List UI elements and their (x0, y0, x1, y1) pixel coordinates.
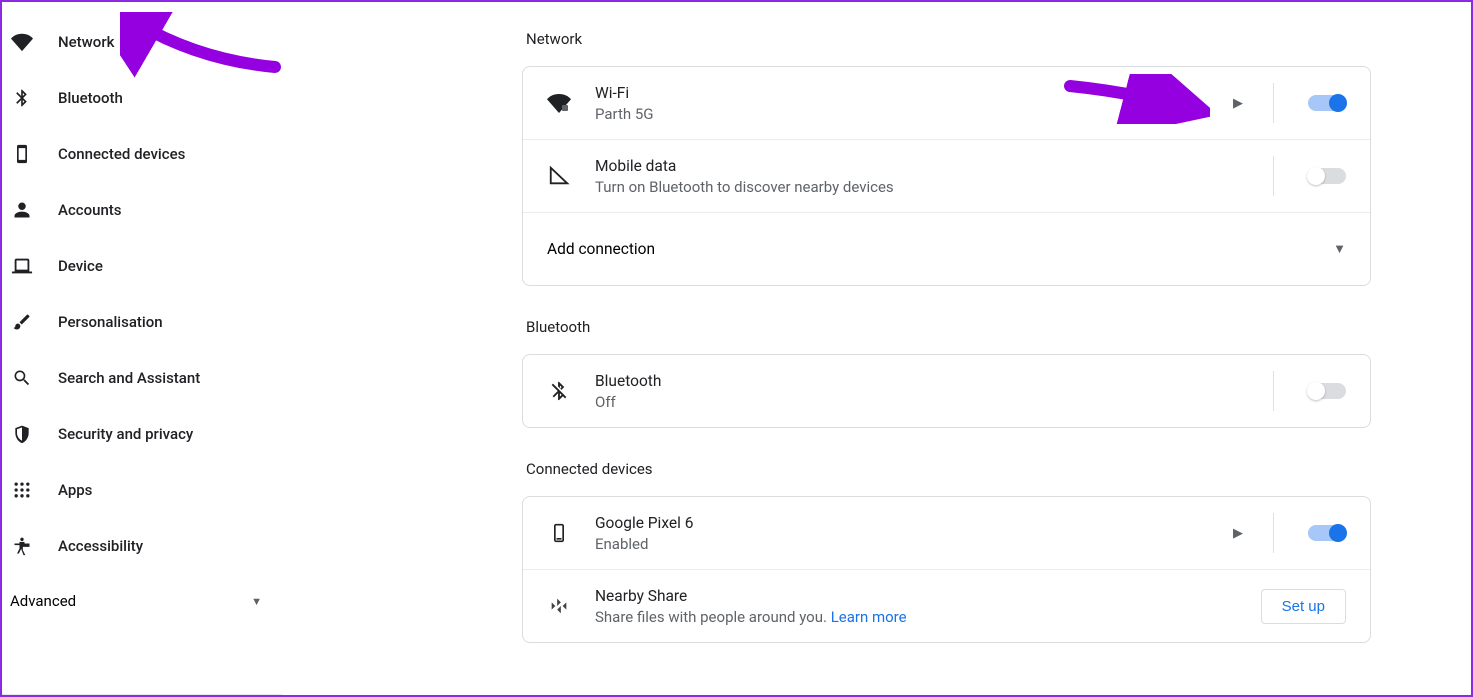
add-connection-label: Add connection (547, 240, 655, 258)
apps-grid-icon (10, 478, 34, 502)
sidebar-item-accessibility[interactable]: Accessibility (2, 522, 282, 570)
divider (1273, 156, 1274, 196)
sidebar-item-network[interactable]: Network (2, 18, 282, 66)
sidebar-item-accounts[interactable]: Accounts (2, 186, 282, 234)
sidebar-label: Network (58, 33, 114, 51)
bluetooth-title: Bluetooth (595, 372, 1249, 390)
brush-icon (10, 310, 34, 334)
sidebar-advanced[interactable]: Advanced ▼ (2, 578, 282, 624)
chevron-down-icon: ▼ (251, 595, 262, 608)
connected-devices-section-header: Connected devices (526, 460, 1371, 478)
phone-icon (10, 142, 34, 166)
signal-icon (547, 164, 571, 188)
shield-icon (10, 422, 34, 446)
pixel-subtitle: Enabled (595, 535, 1227, 553)
connected-devices-card: Google Pixel 6 Enabled ▶ Nearby Share Sh… (522, 496, 1371, 643)
bluetooth-row[interactable]: Bluetooth Off (523, 355, 1370, 427)
nearby-share-icon (547, 594, 571, 618)
divider (1273, 83, 1274, 123)
laptop-icon (10, 254, 34, 278)
network-card: Wi-Fi Parth 5G ▶ Mobile data Turn on Blu… (522, 66, 1371, 286)
network-section-header: Network (526, 30, 1371, 48)
pixel-title: Google Pixel 6 (595, 514, 1227, 532)
accessibility-icon (10, 534, 34, 558)
bluetooth-icon (10, 86, 34, 110)
pixel-row[interactable]: Google Pixel 6 Enabled ▶ (523, 497, 1370, 570)
bluetooth-section-header: Bluetooth (526, 318, 1371, 336)
sidebar-item-connected-devices[interactable]: Connected devices (2, 130, 282, 178)
bluetooth-off-icon (547, 379, 571, 403)
nearby-title: Nearby Share (595, 587, 1261, 605)
sidebar-label: Accessibility (58, 537, 143, 555)
mobile-data-toggle[interactable] (1308, 168, 1346, 184)
wifi-title: Wi-Fi (595, 84, 1227, 102)
chevron-right-icon: ▶ (1227, 96, 1249, 111)
mobile-title: Mobile data (595, 157, 1249, 175)
wifi-toggle[interactable] (1308, 95, 1346, 111)
sidebar-item-device[interactable]: Device (2, 242, 282, 290)
sidebar-label: Bluetooth (58, 89, 123, 107)
wifi-row[interactable]: Wi-Fi Parth 5G ▶ (523, 67, 1370, 140)
sidebar-item-apps[interactable]: Apps (2, 466, 282, 514)
learn-more-link[interactable]: Learn more (831, 608, 907, 626)
mobile-subtitle: Turn on Bluetooth to discover nearby dev… (595, 178, 1249, 196)
bluetooth-card: Bluetooth Off (522, 354, 1371, 428)
add-connection-row[interactable]: Add connection ▼ (523, 213, 1370, 285)
advanced-label: Advanced (10, 592, 76, 610)
wifi-icon (547, 91, 571, 115)
person-icon (10, 198, 34, 222)
sidebar-item-search-assistant[interactable]: Search and Assistant (2, 354, 282, 402)
sidebar-item-security-privacy[interactable]: Security and privacy (2, 410, 282, 458)
wifi-subtitle: Parth 5G (595, 105, 1227, 123)
phone-icon (547, 521, 571, 545)
settings-sidebar: Network Bluetooth Connected devices Acco… (2, 2, 282, 695)
pixel-toggle[interactable] (1308, 525, 1346, 541)
nearby-subtitle: Share files with people around you. Lear… (595, 608, 1261, 626)
mobile-data-row[interactable]: Mobile data Turn on Bluetooth to discove… (523, 140, 1370, 213)
bluetooth-toggle[interactable] (1308, 383, 1346, 399)
divider (1273, 513, 1274, 553)
sidebar-label: Personalisation (58, 313, 163, 331)
chevron-down-icon: ▼ (1333, 241, 1346, 257)
wifi-icon (10, 30, 34, 54)
settings-content: Network Wi-Fi Parth 5G ▶ Mobile data Tur… (282, 2, 1471, 695)
sidebar-label: Accounts (58, 201, 122, 219)
sidebar-item-bluetooth[interactable]: Bluetooth (2, 74, 282, 122)
divider (1273, 371, 1274, 411)
setup-button[interactable]: Set up (1261, 589, 1346, 624)
sidebar-item-personalisation[interactable]: Personalisation (2, 298, 282, 346)
nearby-share-row[interactable]: Nearby Share Share files with people aro… (523, 570, 1370, 642)
chevron-right-icon: ▶ (1227, 526, 1249, 541)
sidebar-label: Apps (58, 481, 92, 499)
search-icon (10, 366, 34, 390)
sidebar-label: Search and Assistant (58, 369, 200, 387)
sidebar-label: Security and privacy (58, 425, 193, 443)
sidebar-label: Device (58, 257, 103, 275)
sidebar-label: Connected devices (58, 145, 185, 163)
bluetooth-subtitle: Off (595, 393, 1249, 411)
